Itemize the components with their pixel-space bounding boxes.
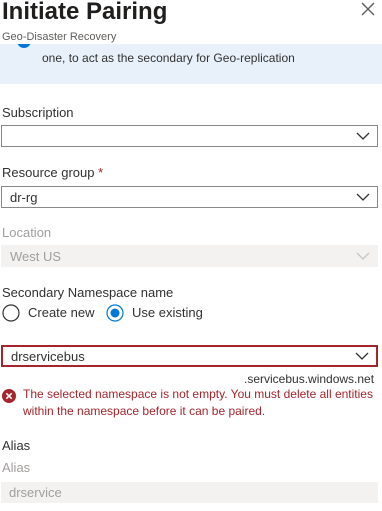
resource-group-dropdown[interactable]: dr-rg — [1, 186, 378, 208]
info-icon — [17, 44, 31, 48]
location-label: Location — [2, 225, 52, 240]
alias-input: drservice — [1, 482, 378, 503]
alias-value: drservice — [9, 485, 62, 500]
resource-group-label-text: Resource group — [2, 165, 95, 180]
page-title: Initiate Pairing — [2, 0, 168, 25]
namespace-suffix: .servicebus.windows.net — [244, 372, 375, 386]
alias-section-label: Alias — [2, 438, 31, 453]
info-text: one, to act as the secondary for Geo-rep… — [42, 51, 295, 65]
secondary-namespace-label: Secondary Namespace name — [2, 285, 174, 300]
radio-create-new-label[interactable]: Create new — [28, 305, 94, 320]
radio-use-existing-label[interactable]: Use existing — [132, 305, 203, 320]
chevron-down-icon — [356, 252, 370, 260]
location-dropdown: West US — [1, 245, 378, 267]
namespace-dropdown[interactable]: drservicebus — [1, 345, 378, 367]
page-subtitle: Geo-Disaster Recovery — [2, 31, 117, 43]
namespace-value: drservicebus — [11, 349, 85, 364]
location-value: West US — [10, 249, 62, 264]
error-icon — [2, 389, 16, 403]
close-button[interactable] — [356, 0, 380, 21]
resource-group-value: dr-rg — [10, 190, 38, 205]
radio-use-existing[interactable] — [106, 304, 124, 322]
namespace-error-message: The selected namespace is not empty. You… — [23, 387, 373, 418]
radio-create-new[interactable] — [2, 304, 20, 322]
alias-field-label: Alias — [2, 460, 31, 475]
required-marker: * — [98, 165, 104, 180]
chevron-down-icon — [356, 193, 370, 201]
close-icon — [361, 2, 375, 16]
resource-group-label: Resource group * — [2, 165, 103, 180]
info-banner: one, to act as the secondary for Geo-rep… — [0, 44, 382, 84]
subscription-dropdown[interactable] — [1, 125, 378, 147]
subscription-label: Subscription — [2, 105, 74, 120]
chevron-down-icon — [356, 132, 370, 140]
chevron-down-icon — [355, 352, 369, 360]
